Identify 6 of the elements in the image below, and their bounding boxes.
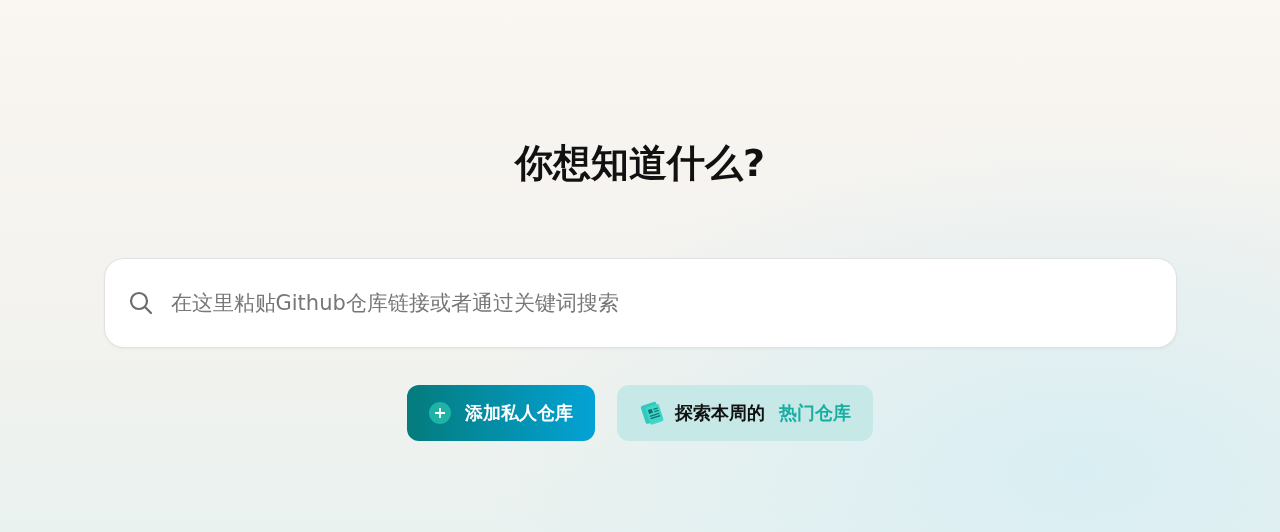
explore-button[interactable]: 探索本周的 热门仓库	[617, 385, 873, 441]
page-heading: 你想知道什么?	[514, 140, 765, 187]
add-repository-button[interactable]: 添加私人仓库	[407, 385, 595, 441]
newspaper-icon	[639, 400, 665, 426]
search-field[interactable]: 在这里粘贴Github仓库链接或者通过关键词搜索	[103, 258, 1177, 348]
plus-icon	[429, 402, 451, 424]
